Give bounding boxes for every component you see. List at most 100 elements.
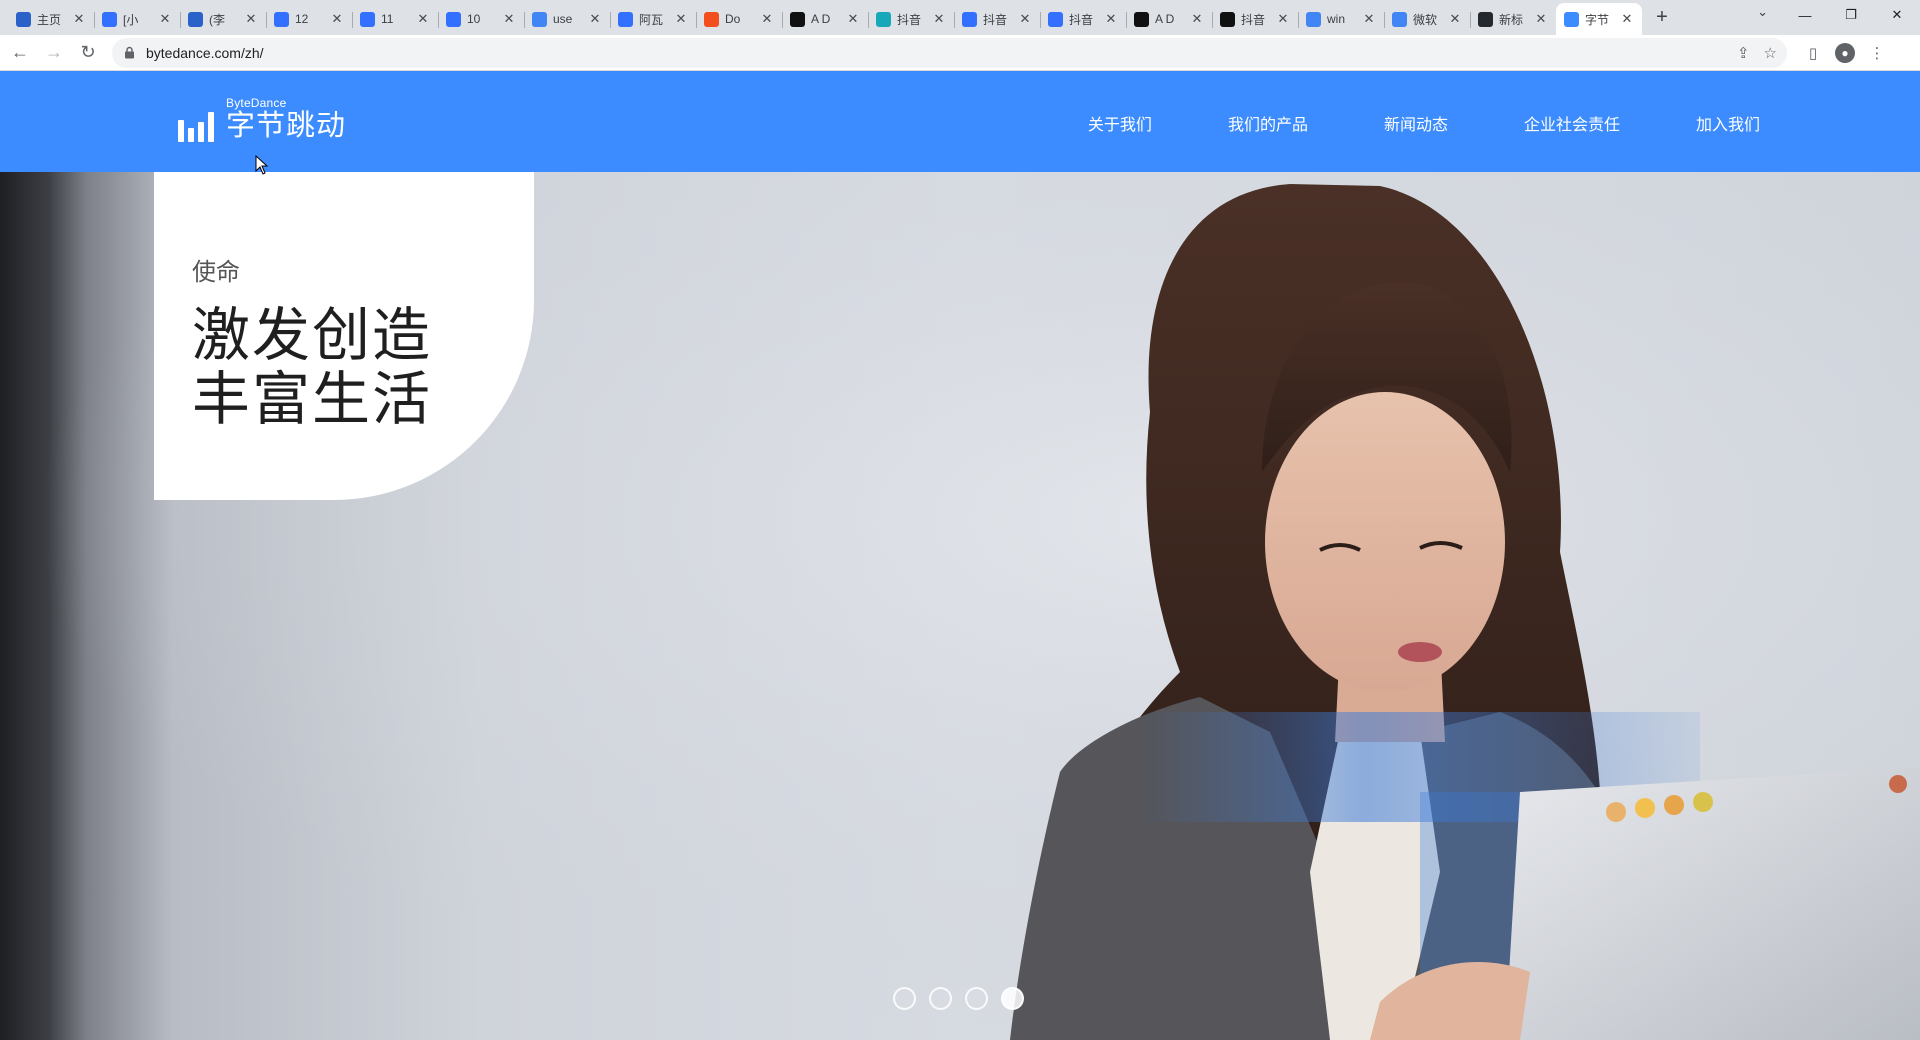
tab-title: 10 — [467, 12, 481, 26]
tab-close-icon[interactable]: ✕ — [1448, 11, 1462, 27]
mission-label: 使命 — [192, 259, 240, 286]
doc-icon — [962, 11, 977, 27]
carousel-dot[interactable] — [965, 987, 988, 1010]
blue-bird-icon — [188, 11, 203, 27]
browser-tab[interactable]: 11 ✕ — [352, 5, 438, 33]
tab-close-icon[interactable]: ✕ — [1190, 11, 1204, 27]
browser-toolbar: ← → ↻ bytedance.com/zh/ ⇪ ☆ ▯ ● ⋮ — [0, 35, 1920, 71]
carousel-dot[interactable] — [893, 987, 916, 1010]
browser-tab[interactable]: 抖音 ✕ — [868, 5, 954, 33]
browser-tab[interactable]: 微软 ✕ — [1384, 5, 1470, 33]
bytedance-icon — [1564, 11, 1579, 27]
tab-close-icon[interactable]: ✕ — [1362, 11, 1376, 27]
doc-icon — [274, 11, 289, 27]
tab-title: 阿瓦 — [639, 12, 664, 27]
tab-title: [小 — [123, 12, 139, 27]
address-bar[interactable]: bytedance.com/zh/ ⇪ ☆ — [112, 37, 1787, 68]
browser-tab[interactable]: 抖音 ✕ — [1212, 5, 1298, 33]
nav-about-us[interactable]: 关于我们 — [1088, 111, 1152, 135]
minimize-icon[interactable]: — — [1782, 0, 1828, 30]
blue-bird-icon — [16, 11, 31, 27]
browser-tab[interactable]: win ✕ — [1298, 5, 1384, 33]
tab-title: A D — [811, 12, 831, 26]
url-text[interactable]: bytedance.com/zh/ — [146, 45, 264, 61]
browser-tab[interactable]: A D ✕ — [782, 5, 868, 33]
browser-tab[interactable]: (李 ✕ — [180, 5, 266, 33]
tab-title: A D — [1155, 12, 1175, 26]
bytedance-logo[interactable]: ByteDance 字节跳动 — [178, 97, 346, 142]
browser-tab[interactable]: 新标 ✕ — [1470, 5, 1556, 33]
browser-tab[interactable]: 字节 ✕ — [1556, 3, 1642, 35]
profile-avatar-icon[interactable]: ● — [1835, 42, 1855, 63]
browser-tab[interactable]: Do ✕ — [696, 5, 782, 33]
tab-title: 抖音 — [1241, 12, 1266, 27]
new-tab-icon[interactable]: + — [1648, 4, 1676, 32]
logo-en-text: ByteDance — [226, 96, 287, 110]
browser-tab[interactable]: 阿瓦 ✕ — [610, 5, 696, 33]
carousel-dot[interactable] — [1001, 987, 1024, 1010]
tab-close-icon[interactable]: ✕ — [1534, 11, 1548, 27]
restore-icon[interactable]: ❐ — [1828, 0, 1874, 30]
a-icon — [1134, 11, 1149, 27]
tab-close-icon[interactable]: ✕ — [1620, 11, 1634, 27]
browser-tab[interactable]: 抖音 ✕ — [954, 5, 1040, 33]
lock-icon[interactable] — [124, 46, 136, 60]
tab-close-icon[interactable]: ✕ — [588, 11, 602, 27]
browser-tab[interactable]: A D ✕ — [1126, 5, 1212, 33]
doc-icon — [102, 11, 117, 27]
tab-close-icon[interactable]: ✕ — [760, 11, 774, 27]
browser-tab[interactable]: [小 ✕ — [94, 5, 180, 33]
tab-title: 主页 — [37, 12, 62, 27]
browser-tab[interactable]: 主页 ✕ — [8, 5, 94, 33]
forward-icon[interactable]: → — [40, 39, 68, 67]
google-icon — [532, 11, 547, 27]
doc-icon — [446, 11, 461, 27]
side-panel-icon[interactable]: ▯ — [1801, 41, 1825, 65]
tab-title: win — [1327, 12, 1346, 26]
figma-icon — [704, 11, 719, 27]
tab-list: 主页 ✕ [小 ✕ (李 ✕ 12 ✕ 11 ✕ 10 ✕ use ✕ 阿瓦 ✕ Do ✕ A D ✕ 抖音 ✕ 抖音 ✕ 抖音… — [0, 0, 1676, 35]
tab-close-icon[interactable]: ✕ — [244, 11, 258, 27]
tab-close-icon[interactable]: ✕ — [330, 11, 344, 27]
tab-title: 抖音 — [1069, 12, 1094, 27]
tab-search-icon[interactable]: ⌄ — [1757, 4, 1768, 20]
bookmark-star-icon[interactable]: ☆ — [1764, 44, 1777, 62]
nav-careers[interactable]: 加入我们 — [1696, 111, 1760, 135]
nav-csr[interactable]: 企业社会责任 — [1524, 111, 1620, 135]
share-icon[interactable]: ⇪ — [1737, 44, 1750, 62]
tab-close-icon[interactable]: ✕ — [1276, 11, 1290, 27]
mission-slogan: 激发创造 丰富生活 — [192, 304, 492, 432]
browser-tab[interactable]: use ✕ — [524, 5, 610, 33]
tab-title: 抖音 — [897, 12, 922, 27]
tab-close-icon[interactable]: ✕ — [1018, 11, 1032, 27]
doc-icon — [1048, 11, 1063, 27]
tab-close-icon[interactable]: ✕ — [158, 11, 172, 27]
tab-close-icon[interactable]: ✕ — [416, 11, 430, 27]
tab-title: 字节 — [1585, 12, 1610, 27]
carousel-dot[interactable] — [929, 987, 952, 1010]
browser-tab[interactable]: 10 ✕ — [438, 5, 524, 33]
close-window-icon[interactable]: ✕ — [1874, 0, 1920, 30]
tab-close-icon[interactable]: ✕ — [72, 11, 86, 27]
reload-icon[interactable]: ↻ — [74, 39, 102, 67]
tab-close-icon[interactable]: ✕ — [846, 11, 860, 27]
menu-kebab-icon[interactable]: ⋮ — [1865, 41, 1889, 65]
tab-title: 12 — [295, 12, 309, 26]
tab-close-icon[interactable]: ✕ — [502, 11, 516, 27]
tiktok-icon — [1220, 11, 1235, 27]
tab-close-icon[interactable]: ✕ — [932, 11, 946, 27]
google-icon — [1392, 11, 1407, 27]
browser-tab[interactable]: 12 ✕ — [266, 5, 352, 33]
nav-news[interactable]: 新闻动态 — [1384, 111, 1448, 135]
mouse-cursor-icon — [255, 155, 269, 175]
github-icon — [1478, 11, 1493, 27]
carousel-dots — [893, 987, 1024, 1010]
back-icon[interactable]: ← — [6, 39, 34, 67]
app-icon — [876, 11, 891, 27]
tab-close-icon[interactable]: ✕ — [674, 11, 688, 27]
nav-products[interactable]: 我们的产品 — [1228, 111, 1308, 135]
tab-close-icon[interactable]: ✕ — [1104, 11, 1118, 27]
browser-tab[interactable]: 抖音 ✕ — [1040, 5, 1126, 33]
main-nav: 关于我们 我们的产品 新闻动态 企业社会责任 加入我们 — [1088, 111, 1760, 135]
bytedance-logo-icon — [178, 112, 214, 142]
